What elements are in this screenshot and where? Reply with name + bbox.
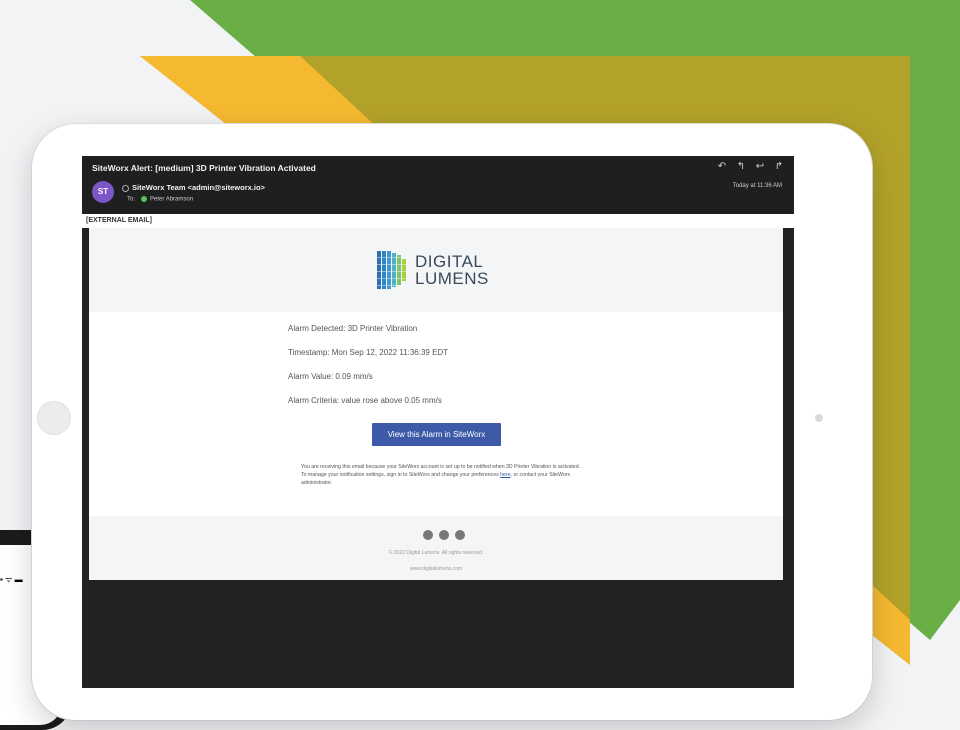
linkedin-icon[interactable] (455, 530, 465, 540)
alarm-criteria: Alarm Criteria: value rose above 0.05 mm… (288, 396, 442, 405)
email-subject: SiteWorx Alert: [medium] 3D Printer Vibr… (92, 163, 316, 173)
view-alarm-button[interactable]: View this Alarm in SiteWorx (372, 423, 501, 446)
email-actions: ↶ ↰ ↩ ↱ (717, 161, 784, 172)
sender-status-icon (122, 184, 129, 192)
tablet-screen: SiteWorx Alert: [medium] 3D Printer Vibr… (82, 156, 794, 688)
social-links (423, 530, 465, 540)
manage-preferences-link[interactable]: here (500, 472, 510, 478)
reply-all-icon[interactable]: ↰ (736, 161, 746, 172)
email-footer: © 2022 Digital Lumens. All rights reserv… (89, 516, 783, 580)
digital-lumens-logo-mark (377, 251, 409, 289)
alarm-details: Alarm Detected: 3D Printer Vibration Tim… (288, 324, 588, 420)
external-email-notice: [EXTERNAL EMAIL] (82, 214, 794, 228)
alarm-timestamp: Timestamp: Mon Sep 12, 2022 11:36:39 EDT (288, 348, 449, 357)
sender-name: SiteWorx Team <admin@siteworx.io> (132, 183, 265, 192)
copyright: © 2022 Digital Lumens. All rights reserv… (388, 550, 484, 556)
logo-text: DIGITAL LUMENS (415, 253, 489, 287)
reply-icon[interactable]: ↶ (717, 161, 727, 172)
to-label: To: (127, 196, 136, 203)
email-header: SiteWorx Alert: [medium] 3D Printer Vibr… (82, 156, 794, 214)
twitter-icon[interactable] (439, 530, 449, 540)
digital-lumens-logo: DIGITAL LUMENS (377, 250, 507, 292)
undo-icon[interactable]: ↩ (755, 161, 765, 172)
alarm-detected: Alarm Detected: 3D Printer Vibration (288, 324, 418, 333)
email-body: DIGITAL LUMENS Alarm Detected: 3D Printe… (89, 228, 783, 580)
recipient-status-icon (141, 196, 148, 202)
tablet-camera (815, 414, 823, 422)
phone-status-icons: ▪ ᯤ ▬ (0, 575, 23, 584)
tablet-home-button (37, 401, 71, 435)
recipient-row: To: Peter Abramson (127, 196, 193, 203)
notification-notice: You are receiving this email because you… (301, 463, 581, 487)
forward-icon[interactable]: ↱ (774, 161, 784, 172)
sender: SiteWorx Team <admin@siteworx.io> (122, 183, 265, 192)
email-timestamp: Today at 11:36 AM (732, 183, 782, 189)
alarm-value: Alarm Value: 0.09 mm/s (288, 372, 373, 381)
recipient-name[interactable]: Peter Abramson (150, 197, 193, 203)
logo-header: DIGITAL LUMENS (89, 228, 783, 312)
logo-line1: DIGITAL (415, 252, 484, 271)
website-link[interactable]: www.digitallumens.com (89, 566, 783, 572)
logo-line2: LUMENS (415, 269, 489, 288)
facebook-icon[interactable] (423, 530, 433, 540)
avatar: ST (92, 181, 114, 203)
